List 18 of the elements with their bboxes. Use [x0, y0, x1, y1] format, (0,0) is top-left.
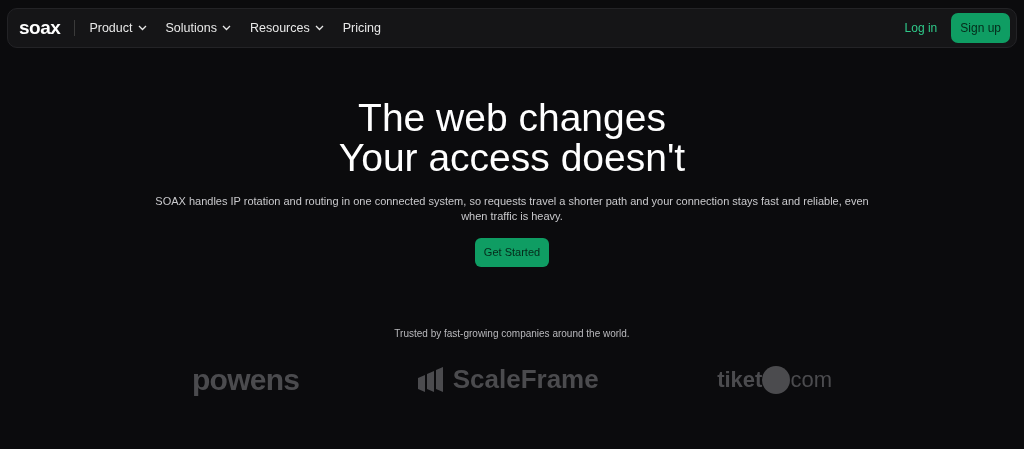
- com-logo: com: [790, 366, 832, 394]
- nav-menu-item[interactable]: Resources: [249, 18, 324, 38]
- tiket-logo: tiket: [717, 366, 763, 394]
- logo[interactable]: soax: [19, 13, 61, 43]
- scaleframe-logo: ScaleFrame: [452, 363, 599, 396]
- circle-icon: [762, 365, 791, 394]
- login-link[interactable]: Log in: [904, 19, 938, 37]
- nav-menu-item[interactable]: Solutions: [165, 18, 231, 38]
- trusted-caption: Trusted by fast-growing companies around the world.: [394, 327, 630, 341]
- nav-menu-item[interactable]: Product: [89, 18, 147, 38]
- hero-heading-line: The web changes: [358, 98, 666, 138]
- nav-menu-item[interactable]: Pricing: [342, 18, 381, 38]
- stacked-bars-icon: [417, 365, 445, 394]
- hero-heading-line: Your access doesn't: [338, 138, 686, 178]
- signup-button[interactable]: Sign up: [951, 13, 1010, 43]
- powens-logo: powens: [192, 362, 300, 398]
- get-started-button[interactable]: Get Started: [474, 238, 550, 267]
- hero-description: SOAX handles IP rotation and routing in one connected system, so requests travel a shorter path and your connection stays fast and reliable, even when traffic is heavy.: [154, 194, 870, 224]
